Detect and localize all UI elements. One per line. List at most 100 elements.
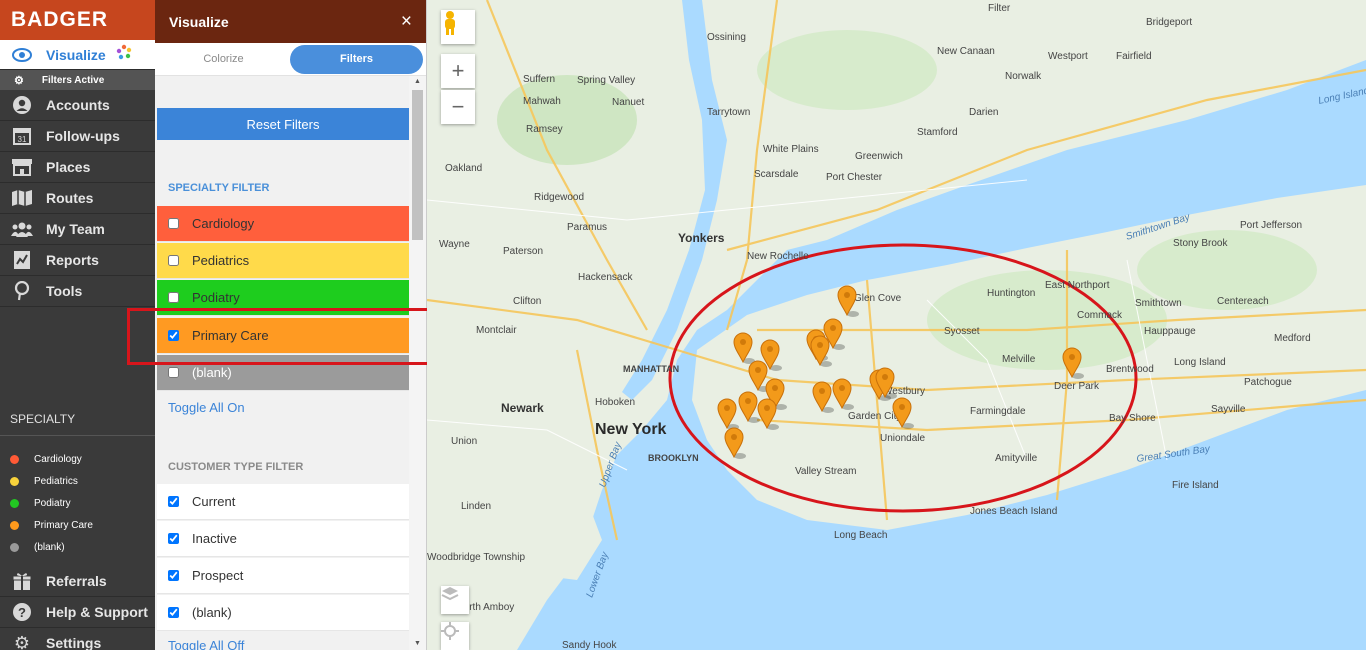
gear-small-icon: ⚙ xyxy=(14,74,24,87)
filter-row-primary-care[interactable]: Primary Care xyxy=(157,318,409,354)
legend-label: Primary Care xyxy=(34,519,93,531)
nav-label-routes: Routes xyxy=(46,190,94,206)
checkbox-pediatrics[interactable] xyxy=(168,255,179,266)
checkbox-customer-blank[interactable] xyxy=(168,607,179,618)
visualize-panel: Visualize × Colorize Filters Reset Filte… xyxy=(155,0,427,650)
specialty-filter-title: SPECIALTY FILTER xyxy=(168,182,270,194)
help-icon: ? xyxy=(10,602,34,622)
layers-button[interactable] xyxy=(441,586,469,614)
checkbox-current[interactable] xyxy=(168,496,179,507)
map-label: Union xyxy=(451,436,477,447)
filter-row-customer-blank[interactable]: (blank) xyxy=(157,595,409,631)
tab-filters[interactable]: Filters xyxy=(290,44,423,74)
nav-bottom: Referrals ? Help & Support ⚙ Settings xyxy=(0,566,155,650)
marker-center-dot xyxy=(844,292,850,298)
map-label: Mahwah xyxy=(523,96,561,107)
checkbox-podiatry[interactable] xyxy=(168,292,179,303)
scroll-down-arrow[interactable]: ▼ xyxy=(414,640,421,647)
nav-item-follow-ups[interactable]: 31 Follow-ups xyxy=(0,121,155,152)
legend-title: SPECIALTY xyxy=(10,412,76,426)
checkbox-prospect[interactable] xyxy=(168,570,179,581)
specialty-legend: Cardiology Pediatrics Podiatry Primary C… xyxy=(10,448,93,558)
filter-row-current[interactable]: Current xyxy=(157,484,409,520)
map-label: Oakland xyxy=(445,163,482,174)
legend-dot xyxy=(10,476,19,486)
nav-item-routes[interactable]: Routes xyxy=(0,183,155,214)
street-view-pegman-button[interactable] xyxy=(441,10,475,44)
zoom-out-button[interactable]: − xyxy=(441,90,475,124)
nav-label-accounts: Accounts xyxy=(46,97,110,113)
map-label: Glen Cove xyxy=(854,293,902,304)
legend-dot xyxy=(10,520,19,530)
nav-label-visualize: Visualize xyxy=(46,46,106,63)
map-label: Greenwich xyxy=(855,151,903,162)
nav-item-visualize[interactable]: Visualize xyxy=(0,40,155,70)
marker-center-dot xyxy=(740,339,746,345)
filter-row-podiatry[interactable]: Podiatry xyxy=(157,280,409,316)
close-button[interactable]: × xyxy=(401,11,412,33)
checkbox-cardiology[interactable] xyxy=(168,218,179,229)
nav-item-accounts[interactable]: Accounts xyxy=(0,90,155,121)
map-label: Stamford xyxy=(917,127,958,138)
marker-center-dot xyxy=(817,342,823,348)
legend-divider xyxy=(0,435,155,436)
map-label: Garden City xyxy=(848,411,901,422)
filter-row-prospect[interactable]: Prospect xyxy=(157,558,409,594)
map-label: Sandy Hook xyxy=(562,640,617,650)
map-label: Hackensack xyxy=(578,272,633,283)
tab-colorize[interactable]: Colorize xyxy=(157,45,290,74)
my-location-button[interactable] xyxy=(441,622,469,650)
nav-item-reports[interactable]: Reports xyxy=(0,245,155,276)
reset-filters-button[interactable]: Reset Filters xyxy=(157,108,409,140)
nav-item-places[interactable]: Places xyxy=(0,152,155,183)
filter-row-blank[interactable]: (blank) xyxy=(157,355,409,391)
nav-label-places: Places xyxy=(46,159,91,175)
checkbox-primary-care[interactable] xyxy=(168,330,179,341)
customer-type-filter-title: CUSTOMER TYPE FILTER xyxy=(168,461,304,473)
map-label: Tarrytown xyxy=(707,107,750,118)
scroll-up-arrow[interactable]: ▲ xyxy=(414,78,421,85)
panel-scrollbar[interactable]: ▲ ▼ xyxy=(409,76,426,650)
zoom-in-button[interactable]: + xyxy=(441,54,475,88)
checkbox-blank[interactable] xyxy=(168,367,179,378)
brand-logo[interactable]: BADGER xyxy=(0,0,155,40)
map-view[interactable]: New York Newark Yonkers Hoboken MANHATTA… xyxy=(427,0,1366,650)
filter-row-pediatrics[interactable]: Pediatrics xyxy=(157,243,409,279)
toggle-all-on-link[interactable]: Toggle All On xyxy=(168,400,245,415)
pegman-icon xyxy=(445,11,455,35)
marker-center-dot xyxy=(882,374,888,380)
filter-row-cardiology[interactable]: Cardiology xyxy=(157,206,409,242)
map-label: Long Island xyxy=(1174,357,1226,368)
nav-item-tools[interactable]: Tools xyxy=(0,276,155,307)
marker-center-dot xyxy=(839,385,845,391)
map-label: Bridgeport xyxy=(1146,17,1192,28)
map-label: Linden xyxy=(461,501,491,512)
nav-item-help-support[interactable]: ? Help & Support xyxy=(0,597,155,628)
crosshair-icon xyxy=(441,622,459,640)
legend-item-blank: (blank) xyxy=(10,536,93,558)
map-label: White Plains xyxy=(763,144,819,155)
legend-item-podiatry: Podiatry xyxy=(10,492,93,514)
nav-label-my-team: My Team xyxy=(46,221,105,237)
left-nav: BADGER Visualize ⚙ Filters Active Accoun… xyxy=(0,0,155,650)
toggle-all-off-link[interactable]: Toggle All Off xyxy=(168,638,244,650)
nav-label-referrals: Referrals xyxy=(46,573,107,589)
legend-item-primary-care: Primary Care xyxy=(10,514,93,536)
checkbox-inactive[interactable] xyxy=(168,533,179,544)
filter-row-inactive[interactable]: Inactive xyxy=(157,521,409,557)
map-label: Valley Stream xyxy=(795,466,857,477)
svg-text:31: 31 xyxy=(18,135,27,144)
map-label: Uniondale xyxy=(880,433,925,444)
nav-label-help-support: Help & Support xyxy=(46,604,148,620)
map-label: New Rochelle xyxy=(747,251,809,262)
legend-label: Pediatrics xyxy=(34,475,78,487)
nav-item-my-team[interactable]: My Team xyxy=(0,214,155,245)
scroll-thumb[interactable] xyxy=(412,90,423,240)
nav-item-referrals[interactable]: Referrals xyxy=(0,566,155,597)
legend-item-cardiology: Cardiology xyxy=(10,448,93,470)
filter-label: Inactive xyxy=(192,531,237,546)
map-label: Paramus xyxy=(567,222,607,233)
nav-item-settings[interactable]: ⚙ Settings xyxy=(0,628,155,650)
map-label: Commack xyxy=(1077,310,1123,321)
panel-title: Visualize xyxy=(169,13,229,30)
